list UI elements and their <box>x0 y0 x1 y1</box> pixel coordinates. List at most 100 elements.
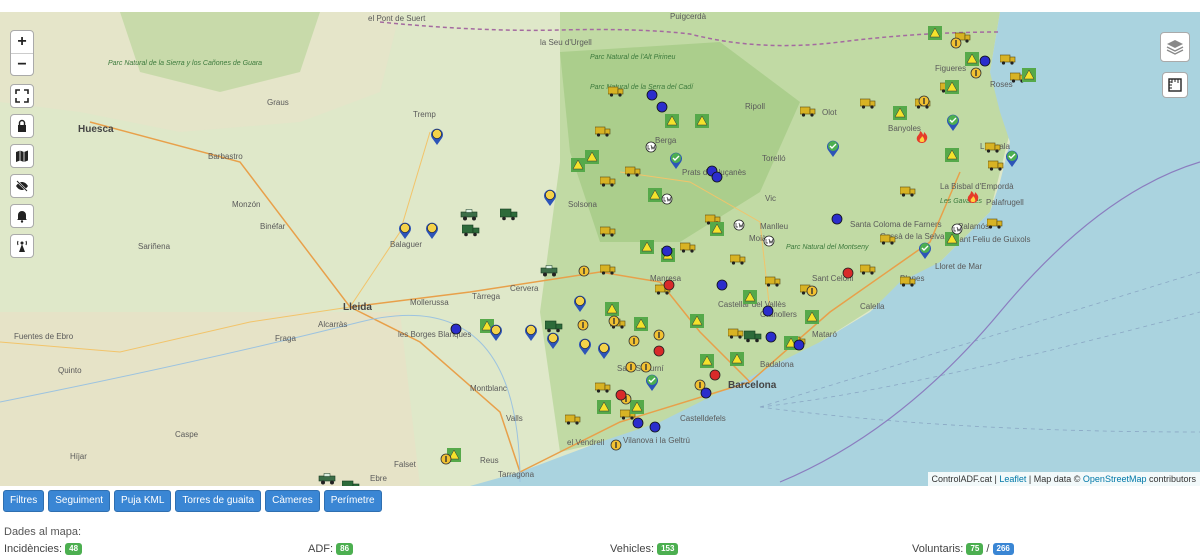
check-marker[interactable] <box>826 140 840 163</box>
truck-marker[interactable] <box>679 240 696 258</box>
lw-marker[interactable] <box>763 234 775 252</box>
truck-marker[interactable] <box>594 124 611 142</box>
truck-marker[interactable] <box>987 158 1004 176</box>
circ-yel-marker[interactable] <box>640 360 652 378</box>
truck-marker[interactable] <box>594 380 611 398</box>
circ-blue-marker[interactable] <box>765 330 777 348</box>
tri-marker[interactable] <box>710 222 724 241</box>
fire-marker[interactable] <box>966 188 980 209</box>
circ-yel-marker[interactable] <box>610 438 622 456</box>
tri-marker[interactable] <box>743 290 757 309</box>
truck-green-marker[interactable] <box>341 480 360 486</box>
pin-marker[interactable] <box>430 128 444 151</box>
lw-marker[interactable] <box>733 218 745 236</box>
jeep-marker[interactable] <box>540 264 560 282</box>
circ-blue-marker[interactable] <box>793 338 805 356</box>
truck-marker[interactable] <box>984 140 1001 158</box>
hide-button[interactable] <box>10 174 34 198</box>
circ-blue-marker[interactable] <box>831 212 843 230</box>
truck-marker[interactable] <box>624 164 641 182</box>
truck-marker[interactable] <box>799 104 816 122</box>
tri-marker[interactable] <box>571 158 585 177</box>
truck-marker[interactable] <box>729 252 746 270</box>
truck-marker[interactable] <box>727 326 744 344</box>
truck-marker[interactable] <box>599 224 616 242</box>
circ-red-marker[interactable] <box>663 278 675 296</box>
pin-marker[interactable] <box>489 324 503 347</box>
check-marker[interactable] <box>669 152 683 175</box>
watchtowers-button[interactable]: Torres de guaita <box>175 490 262 512</box>
upload-kml-button[interactable]: Puja KML <box>114 490 172 512</box>
fullscreen-button[interactable] <box>10 84 34 108</box>
circ-blue-marker[interactable] <box>711 170 723 188</box>
circ-yel-marker[interactable] <box>806 284 818 302</box>
circ-red-marker[interactable] <box>709 368 721 386</box>
pin-marker[interactable] <box>524 324 538 347</box>
circ-yel-marker[interactable] <box>625 360 637 378</box>
truck-green-marker[interactable] <box>499 208 518 226</box>
tri-marker[interactable] <box>585 150 599 169</box>
truck-marker[interactable] <box>599 174 616 192</box>
truck-marker[interactable] <box>999 52 1016 70</box>
circ-blue-marker[interactable] <box>450 322 462 340</box>
check-marker[interactable] <box>918 242 932 265</box>
circ-blue-marker[interactable] <box>656 100 668 118</box>
lock-button[interactable] <box>10 114 34 138</box>
tri-marker[interactable] <box>730 352 744 371</box>
map-canvas[interactable]: Puigcerdà el Pont de Suert la Seu d'Urgell… <box>0 12 1200 486</box>
truck-marker[interactable] <box>607 84 624 102</box>
tri-marker[interactable] <box>945 148 959 167</box>
zoom-out-button[interactable]: − <box>11 53 33 75</box>
lw-marker[interactable] <box>951 222 963 240</box>
truck-marker[interactable] <box>599 262 616 280</box>
lw-marker[interactable] <box>645 140 657 158</box>
tri-marker[interactable] <box>945 80 959 99</box>
tracking-button[interactable]: Seguiment <box>48 490 111 512</box>
circ-blue-marker[interactable] <box>762 304 774 322</box>
pin-marker[interactable] <box>398 222 412 245</box>
lw-marker[interactable] <box>661 192 673 210</box>
circ-blue-marker[interactable] <box>716 278 728 296</box>
circ-blue-marker[interactable] <box>649 420 661 438</box>
truck-marker[interactable] <box>564 412 581 430</box>
circ-yel-marker[interactable] <box>608 314 620 332</box>
zoom-in-button[interactable]: + <box>11 31 33 53</box>
tri-marker[interactable] <box>690 314 704 333</box>
tri-marker[interactable] <box>640 240 654 259</box>
filters-button[interactable]: Filtres <box>3 490 45 512</box>
osm-link[interactable]: OpenStreetMap <box>1083 474 1147 484</box>
truck-green-marker[interactable] <box>743 330 762 348</box>
circ-red-marker[interactable] <box>653 344 665 362</box>
pin-marker[interactable] <box>578 338 592 361</box>
tri-marker[interactable] <box>648 188 662 207</box>
pin-marker[interactable] <box>546 332 560 355</box>
tri-marker[interactable] <box>805 310 819 329</box>
tri-marker[interactable] <box>893 106 907 125</box>
truck-green-marker[interactable] <box>461 224 480 242</box>
circ-yel-marker[interactable] <box>950 36 962 54</box>
check-marker[interactable] <box>946 114 960 137</box>
circ-yel-marker[interactable] <box>577 318 589 336</box>
perimeter-button[interactable]: Perímetre <box>323 490 382 512</box>
circ-yel-marker[interactable] <box>918 94 930 112</box>
truck-marker[interactable] <box>764 274 781 292</box>
truck-marker[interactable] <box>899 184 916 202</box>
truck-marker[interactable] <box>986 216 1003 234</box>
tower-button[interactable] <box>10 234 34 258</box>
circ-red-marker[interactable] <box>615 388 627 406</box>
tri-marker[interactable] <box>928 26 942 45</box>
circ-yel-marker[interactable] <box>440 452 452 470</box>
check-marker[interactable] <box>1005 150 1019 173</box>
circ-blue-marker[interactable] <box>661 244 673 262</box>
circ-yel-marker[interactable] <box>628 334 640 352</box>
measure-button[interactable] <box>1162 72 1188 98</box>
cameras-button[interactable]: Càmeres <box>265 490 320 512</box>
tri-marker[interactable] <box>597 400 611 419</box>
circ-blue-marker[interactable] <box>632 416 644 434</box>
circ-yel-marker[interactable] <box>578 264 590 282</box>
pin-marker[interactable] <box>597 342 611 365</box>
circ-red-marker[interactable] <box>842 266 854 284</box>
map-button[interactable] <box>10 144 34 168</box>
tri-marker[interactable] <box>1022 68 1036 87</box>
alerts-button[interactable] <box>10 204 34 228</box>
